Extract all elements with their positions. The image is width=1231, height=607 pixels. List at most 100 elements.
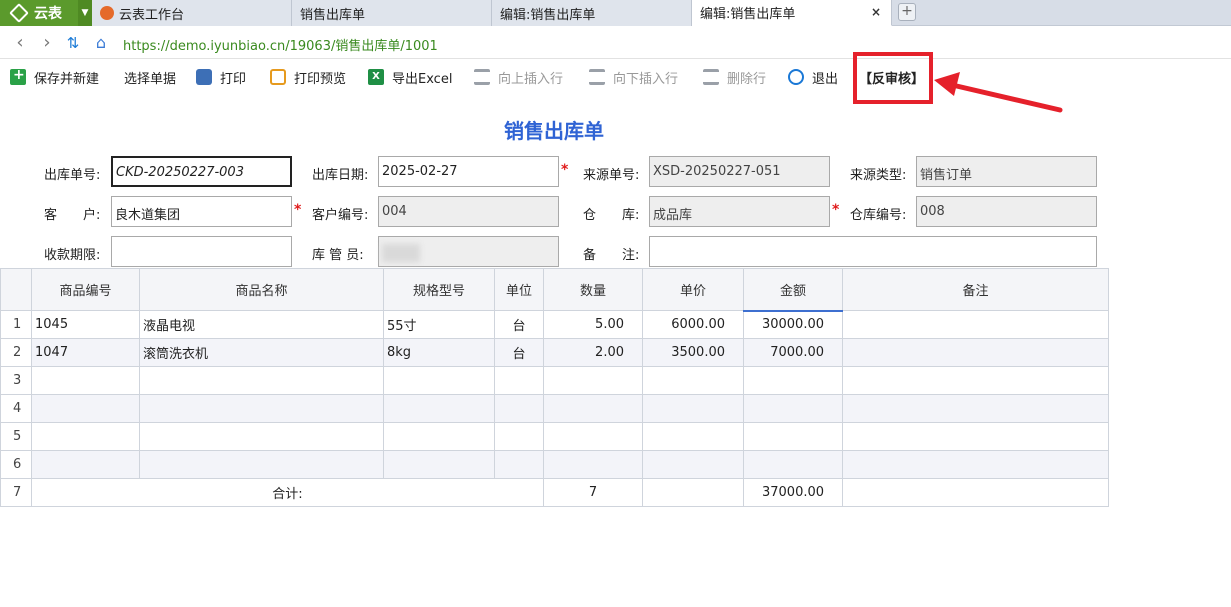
empty-cell[interactable] — [842, 422, 1109, 451]
tab-edit-sales-outbound[interactable]: 编辑:销售出库单 — [492, 0, 692, 26]
app-menu-button[interactable]: 云表 — [0, 0, 78, 26]
row-number: 1 — [0, 310, 32, 339]
empty-cell[interactable] — [31, 422, 140, 451]
column-header[interactable]: 单价 — [642, 268, 744, 311]
column-header[interactable]: 规格型号 — [383, 268, 495, 311]
row-number: 4 — [0, 394, 32, 423]
column-header[interactable]: 备注 — [842, 268, 1109, 311]
empty-cell[interactable] — [543, 394, 643, 423]
close-icon[interactable]: × — [871, 5, 881, 19]
tab-label: 编辑:销售出库单 — [700, 7, 796, 22]
empty-cell[interactable] — [642, 450, 744, 479]
forward-icon[interactable]: › — [37, 33, 57, 53]
empty-cell[interactable] — [31, 450, 140, 479]
empty-cell[interactable] — [494, 394, 544, 423]
warehouse-field[interactable]: 成品库 — [649, 196, 830, 227]
warehouse-no-field[interactable]: 008 — [916, 196, 1097, 227]
empty-cell[interactable] — [842, 394, 1109, 423]
cell-code[interactable]: 1045 — [31, 310, 140, 339]
empty-cell[interactable] — [642, 394, 744, 423]
empty-cell[interactable] — [543, 450, 643, 479]
source-type-field[interactable]: 销售订单 — [916, 156, 1097, 187]
column-header[interactable]: 商品编号 — [31, 268, 140, 311]
empty-cell[interactable] — [842, 450, 1109, 479]
tab-workbench[interactable]: 云表工作台 — [92, 0, 292, 26]
chevron-down-icon[interactable]: ▼ — [78, 0, 92, 26]
payment-term-field[interactable] — [111, 236, 292, 267]
total-label: 合计: — [31, 478, 544, 507]
empty-cell[interactable] — [642, 366, 744, 395]
empty-cell[interactable] — [383, 450, 495, 479]
empty-cell[interactable] — [383, 422, 495, 451]
empty-cell[interactable] — [743, 422, 843, 451]
red-arrow-icon — [934, 72, 1063, 113]
customer-field[interactable]: 良木道集团 — [111, 196, 292, 227]
insert-above-button[interactable]: 向上插入行 — [474, 66, 563, 88]
empty-cell[interactable] — [31, 366, 140, 395]
print-preview-button[interactable]: 打印预览 — [270, 66, 346, 88]
remark-field[interactable] — [649, 236, 1097, 267]
empty-cell[interactable] — [139, 422, 384, 451]
print-button[interactable]: 打印 — [196, 66, 246, 88]
column-header[interactable]: 单位 — [494, 268, 544, 311]
exit-button[interactable]: 退出 — [788, 66, 838, 88]
column-header[interactable]: 商品名称 — [139, 268, 384, 311]
customer-no-field[interactable]: 004 — [378, 196, 559, 227]
new-tab-button[interactable]: + — [898, 3, 916, 21]
doc-no-field[interactable]: CKD-20250227-003 — [111, 156, 292, 187]
empty-cell[interactable] — [139, 366, 384, 395]
cell-name[interactable]: 液晶电视 — [139, 310, 384, 339]
cell-price[interactable]: 6000.00 — [642, 310, 744, 339]
cell-amount[interactable]: 7000.00 — [743, 338, 843, 367]
cell-unit[interactable]: 台 — [494, 310, 544, 339]
insert-below-button[interactable]: 向下插入行 — [589, 66, 678, 88]
save-new-button[interactable]: 保存并新建 — [10, 66, 99, 88]
empty-cell[interactable] — [743, 366, 843, 395]
cell-qty[interactable]: 5.00 — [543, 310, 643, 339]
empty-cell[interactable] — [31, 394, 140, 423]
empty-cell[interactable] — [543, 366, 643, 395]
empty-cell[interactable] — [139, 394, 384, 423]
save-new-label: 保存并新建 — [34, 71, 100, 87]
empty-cell[interactable] — [842, 366, 1109, 395]
empty-cell[interactable] — [494, 422, 544, 451]
empty-cell[interactable] — [743, 450, 843, 479]
empty-cell[interactable] — [642, 422, 744, 451]
cell-spec[interactable]: 8kg — [383, 338, 495, 367]
export-excel-button[interactable]: X 导出Excel — [368, 66, 452, 88]
tab-edit-sales-outbound-active[interactable]: 编辑:销售出库单 × — [692, 0, 892, 26]
cell-name[interactable]: 滚筒洗衣机 — [139, 338, 384, 367]
workbench-icon — [100, 6, 114, 20]
empty-cell[interactable] — [139, 450, 384, 479]
url-field[interactable]: https://demo.iyunbiao.cn/19063/销售出库单/100… — [123, 35, 438, 54]
cell-price[interactable]: 3500.00 — [642, 338, 744, 367]
row-number: 6 — [0, 450, 32, 479]
empty-cell[interactable] — [494, 450, 544, 479]
cell-spec[interactable]: 55寸 — [383, 310, 495, 339]
refresh-icon[interactable]: ⇅ — [63, 33, 83, 53]
app-name: 云表 — [34, 6, 62, 22]
cell-code[interactable]: 1047 — [31, 338, 140, 367]
cell-qty[interactable]: 2.00 — [543, 338, 643, 367]
tab-sales-outbound[interactable]: 销售出库单 — [292, 0, 492, 26]
delete-row-button[interactable]: 删除行 — [703, 66, 766, 88]
empty-cell[interactable] — [494, 366, 544, 395]
cell-unit[interactable]: 台 — [494, 338, 544, 367]
back-icon[interactable]: ‹ — [10, 33, 30, 53]
cell-amount[interactable]: 30000.00 — [743, 310, 843, 339]
empty-cell[interactable] — [383, 366, 495, 395]
column-header[interactable]: 数量 — [543, 268, 643, 311]
empty-cell[interactable] — [743, 394, 843, 423]
date-field[interactable]: 2025-02-27 — [378, 156, 559, 187]
empty-cell[interactable] — [383, 394, 495, 423]
cell-remark[interactable] — [842, 310, 1109, 339]
home-icon[interactable]: ⌂ — [91, 33, 111, 53]
row-number: 7 — [0, 478, 32, 507]
source-no-field[interactable]: XSD-20250227-051 — [649, 156, 830, 187]
column-header[interactable]: 金额 — [743, 268, 843, 312]
cell-remark[interactable] — [842, 338, 1109, 367]
required-mark: * — [561, 162, 569, 178]
keeper-field[interactable] — [378, 236, 559, 267]
select-doc-button[interactable]: 选择单据 — [124, 66, 176, 88]
empty-cell[interactable] — [543, 422, 643, 451]
